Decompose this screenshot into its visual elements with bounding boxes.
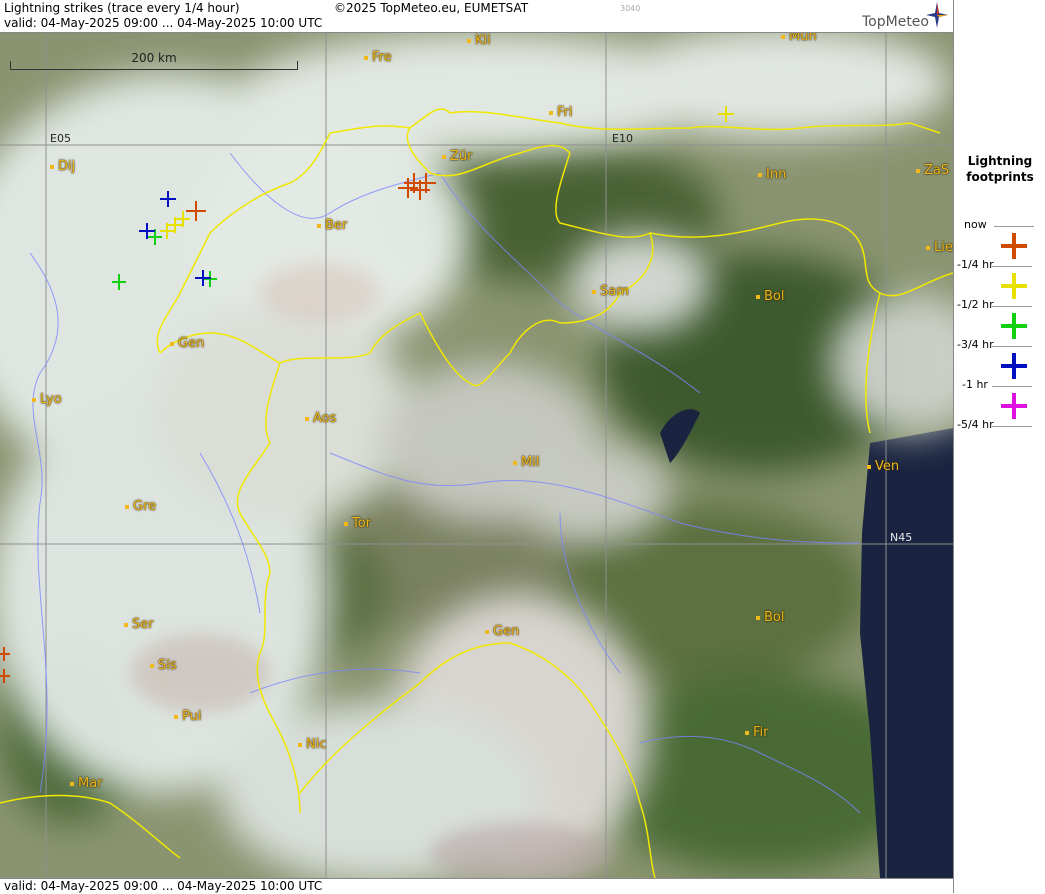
lightning-strikes (0, 106, 734, 683)
legend-cross-icon (1001, 393, 1027, 419)
legend-crosses (1001, 233, 1027, 419)
legend-cross-icon (1001, 353, 1027, 379)
compass-star-icon (926, 2, 948, 28)
copyright: ©2025 TopMeteo.eu, EUMETSAT (334, 1, 529, 15)
footer-bar: valid: 04-May-2025 09:00 ... 04-May-2025… (0, 878, 953, 894)
lightning-strike-cluster-q2 (160, 106, 734, 239)
topmeteo-logo[interactable]: TopMeteo (862, 14, 929, 30)
legend-cross-icon (1001, 233, 1027, 259)
satellite-map[interactable]: 200 km E05 E10 N45 Kli Mun Fre Fri Dij Z… (0, 33, 953, 878)
legend-panel: Lightning footprints now -1/4 hr -1/2 hr… (953, 0, 1045, 893)
footer-valid-time: valid: 04-May-2025 09:00 ... 04-May-2025… (4, 879, 323, 893)
legend-cross-icon (1001, 313, 1027, 339)
lightning-strike-cluster-q4 (139, 191, 211, 286)
lightning-strike-cluster-q1 (0, 173, 436, 683)
header-bar: Lightning strikes (trace every 1/4 hour)… (0, 0, 953, 33)
legend-cross-icon (1001, 273, 1027, 299)
map-code: 3040 (620, 4, 641, 13)
lightning-strike-cluster-q3 (112, 229, 217, 290)
map-title: Lightning strikes (trace every 1/4 hour) (4, 1, 240, 15)
valid-time: valid: 04-May-2025 09:00 ... 04-May-2025… (4, 16, 323, 30)
